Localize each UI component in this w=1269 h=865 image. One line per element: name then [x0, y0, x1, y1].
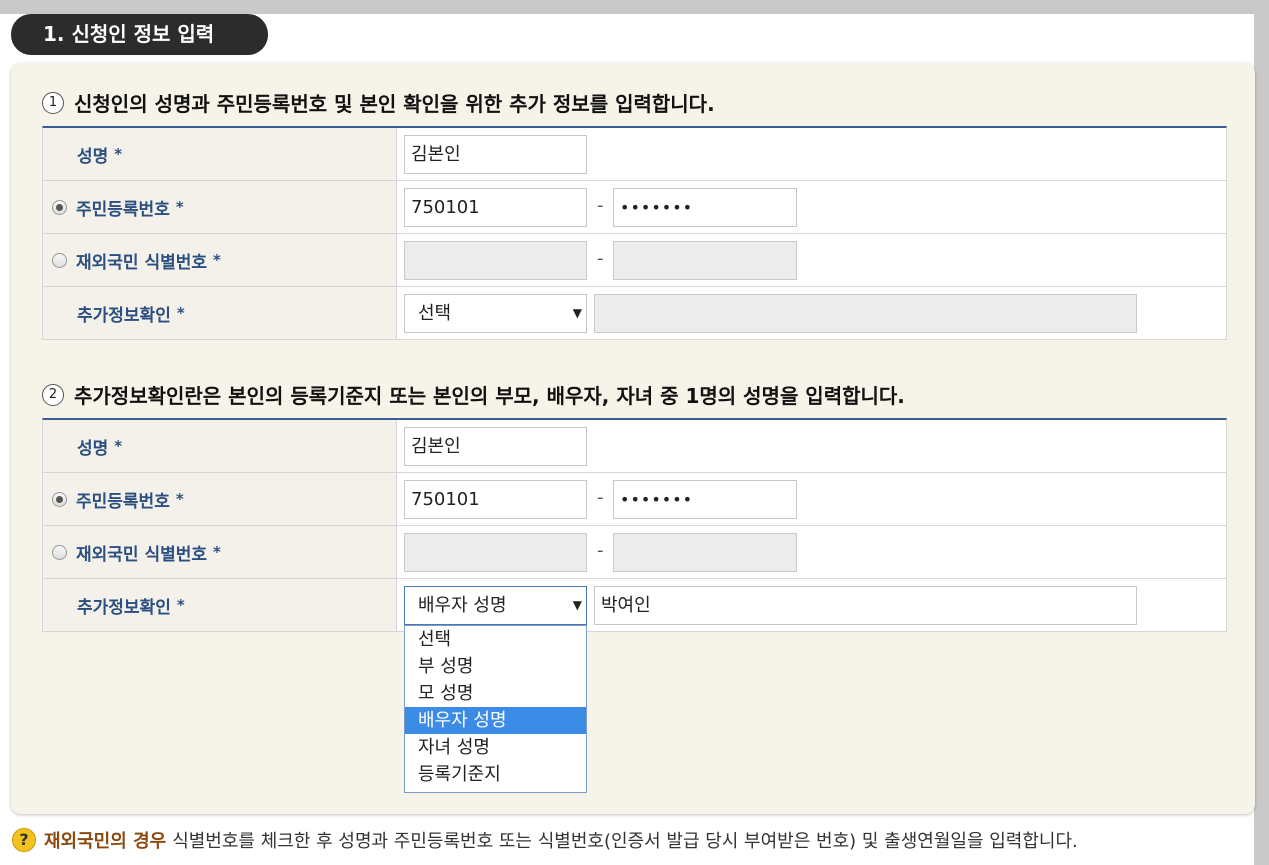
section1-overseas-row: 재외국민 식별번호 * -: [43, 234, 1226, 287]
name-input[interactable]: 김본인: [404, 135, 587, 174]
resident-radio[interactable]: [52, 491, 67, 507]
extra-value-input[interactable]: 박여인: [594, 586, 1137, 625]
extra-field-cell: 배우자 성명 ▼ 박여인: [397, 579, 1226, 631]
section2-number: 2: [42, 383, 64, 406]
footer-note-text: 식별번호를 체크한 후 성명과 주민등록번호 또는 식별번호(인증서 발급 당시…: [172, 831, 1078, 852]
dropdown-option[interactable]: 부 성명: [405, 653, 586, 680]
footer-note-bold: 재외국민의 경우: [44, 831, 167, 852]
name-label-text: 성명: [77, 146, 109, 167]
extra-label: 추가정보확인 *: [43, 287, 397, 339]
section1-resident-row: 주민등록번호 * 750101 - •••••••: [43, 181, 1226, 234]
required-star-icon: *: [176, 596, 185, 614]
resident-field-cell: 750101 - •••••••: [397, 181, 1226, 233]
dropdown-option[interactable]: 선택: [405, 626, 586, 653]
dropdown-option[interactable]: 등록기준지: [405, 761, 586, 788]
section1-name-row: 성명 * 김본인: [43, 128, 1226, 181]
overseas-back-input[interactable]: [613, 533, 797, 572]
section2-heading-text: 추가정보확인란은 본인의 등록기준지 또는 본인의 부모, 배우자, 자녀 중 …: [74, 384, 905, 408]
section2-table: 성명 * 김본인 주민등록번호 * 750101 - ••••••• 재외국민 …: [42, 418, 1227, 632]
overseas-front-input[interactable]: [404, 241, 587, 280]
section-title-tab: 1. 신청인 정보 입력: [11, 14, 268, 55]
resident-label-text: 주민등록번호: [76, 199, 170, 220]
extra-type-select-value: 배우자 성명: [418, 595, 507, 616]
footer-note: ? 재외국민의 경우 식별번호를 체크한 후 성명과 주민등록번호 또는 식별번…: [12, 827, 1078, 853]
extra-value-input[interactable]: [594, 294, 1137, 333]
dash-separator: -: [597, 248, 604, 269]
name-label: 성명 *: [43, 420, 397, 472]
overseas-radio[interactable]: [52, 544, 67, 560]
resident-label: 주민등록번호 *: [43, 181, 397, 233]
extra-label-text: 추가정보확인: [77, 305, 171, 326]
dropdown-option-selected[interactable]: 배우자 성명: [405, 707, 586, 734]
required-star-icon: *: [114, 437, 123, 455]
overseas-field-cell: -: [397, 234, 1226, 286]
dash-separator: -: [597, 487, 604, 508]
name-label-text: 성명: [77, 438, 109, 459]
dash-separator: -: [597, 195, 604, 216]
resident-back-input[interactable]: •••••••: [613, 188, 797, 227]
chevron-down-icon: ▼: [572, 598, 582, 612]
section2-overseas-row: 재외국민 식별번호 * -: [43, 526, 1226, 579]
section2-name-row: 성명 * 김본인: [43, 420, 1226, 473]
extra-label: 추가정보확인 *: [43, 579, 397, 631]
required-star-icon: *: [114, 145, 123, 163]
overseas-label: 재외국민 식별번호 *: [43, 526, 397, 578]
question-icon: ?: [12, 828, 36, 852]
resident-back-input[interactable]: •••••••: [613, 480, 797, 519]
required-star-icon: *: [175, 198, 184, 216]
resident-field-cell: 750101 - •••••••: [397, 473, 1226, 525]
overseas-front-input[interactable]: [404, 533, 587, 572]
overseas-label-text: 재외국민 식별번호: [76, 544, 208, 565]
extra-type-select-value: 선택: [418, 303, 452, 324]
section2-heading: 2 추가정보확인란은 본인의 등록기준지 또는 본인의 부모, 배우자, 자녀 …: [42, 380, 905, 409]
resident-front-input[interactable]: 750101: [404, 188, 587, 227]
name-field-cell: 김본인: [397, 128, 1226, 180]
extra-label-text: 추가정보확인: [77, 597, 171, 618]
overseas-label: 재외국민 식별번호 *: [43, 234, 397, 286]
section2-resident-row: 주민등록번호 * 750101 - •••••••: [43, 473, 1226, 526]
required-star-icon: *: [175, 490, 184, 508]
overseas-radio[interactable]: [52, 252, 67, 268]
extra-type-select[interactable]: 선택 ▼: [404, 294, 587, 333]
name-field-cell: 김본인: [397, 420, 1226, 472]
section1-table: 성명 * 김본인 주민등록번호 * 750101 - ••••••• 재외국민 …: [42, 126, 1227, 340]
dropdown-option[interactable]: 모 성명: [405, 680, 586, 707]
required-star-icon: *: [213, 543, 221, 561]
name-label: 성명 *: [43, 128, 397, 180]
name-input[interactable]: 김본인: [404, 427, 587, 466]
dash-separator: -: [597, 540, 604, 561]
required-star-icon: *: [176, 304, 185, 322]
resident-label-text: 주민등록번호: [76, 491, 170, 512]
resident-label: 주민등록번호 *: [43, 473, 397, 525]
section1-number: 1: [42, 91, 64, 114]
section1-heading: 1 신청인의 성명과 주민등록번호 및 본인 확인을 위한 추가 정보를 입력합…: [42, 88, 715, 117]
section1-extra-row: 추가정보확인 * 선택 ▼: [43, 287, 1226, 340]
extra-type-dropdown-list: 선택 부 성명 모 성명 배우자 성명 자녀 성명 등록기준지: [404, 625, 587, 793]
section1-heading-text: 신청인의 성명과 주민등록번호 및 본인 확인을 위한 추가 정보를 입력합니다…: [74, 92, 715, 116]
overseas-field-cell: -: [397, 526, 1226, 578]
overseas-back-input[interactable]: [613, 241, 797, 280]
required-star-icon: *: [213, 251, 221, 269]
section2-extra-row: 추가정보확인 * 배우자 성명 ▼ 박여인: [43, 579, 1226, 632]
chevron-down-icon: ▼: [572, 306, 582, 320]
resident-radio[interactable]: [52, 199, 67, 215]
extra-field-cell: 선택 ▼: [397, 287, 1226, 339]
extra-type-select[interactable]: 배우자 성명 ▼: [404, 586, 587, 625]
overseas-label-text: 재외국민 식별번호: [76, 252, 208, 273]
dropdown-option[interactable]: 자녀 성명: [405, 734, 586, 761]
resident-front-input[interactable]: 750101: [404, 480, 587, 519]
